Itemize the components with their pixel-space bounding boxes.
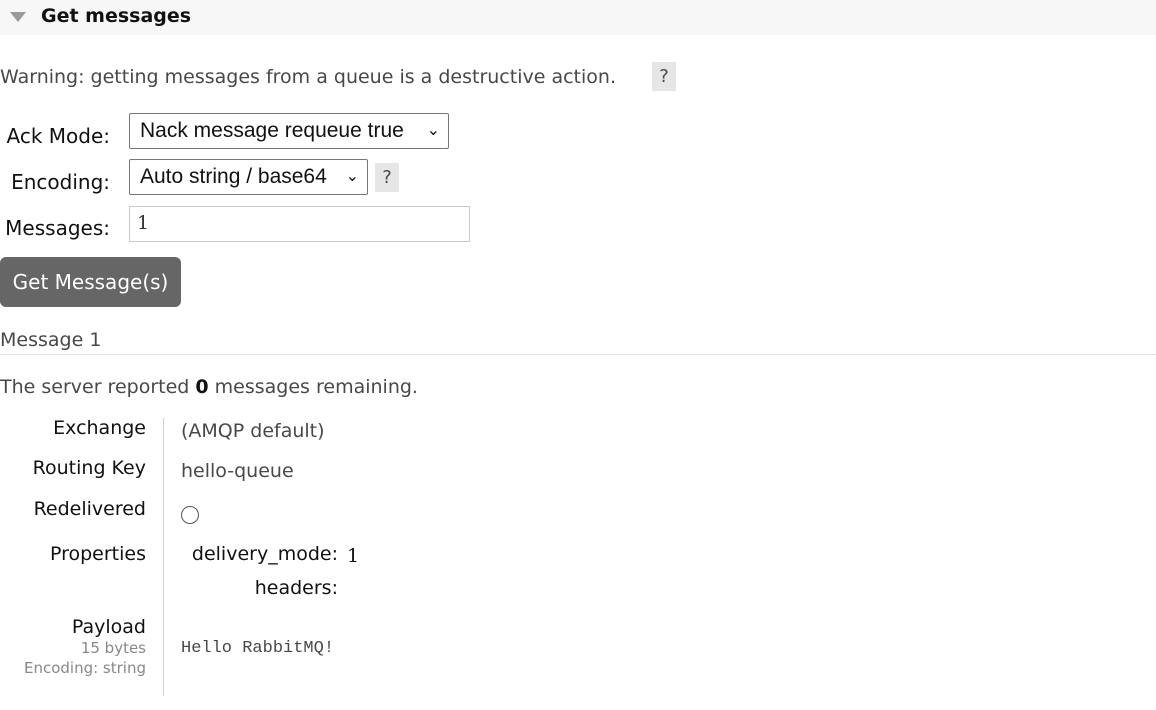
properties-label: Properties	[49, 543, 146, 565]
remaining-text: The server reported 0 messages remaining…	[0, 376, 418, 398]
exchange-value: (AMQP default)	[181, 420, 325, 442]
chevron-down-icon: ⌄	[345, 168, 359, 185]
encoding-help-button[interactable]: ?	[375, 163, 399, 192]
remaining-suffix: messages remaining.	[208, 376, 418, 398]
collapse-triangle-icon[interactable]	[10, 12, 26, 22]
payload-encoding: Encoding: string	[23, 659, 146, 677]
encoding-selected: Auto string / base64	[140, 165, 327, 188]
warning-help-button[interactable]: ?	[652, 62, 676, 91]
remaining-count: 0	[195, 376, 209, 398]
messages-label: Messages:	[5, 216, 110, 240]
delivery-mode-key: delivery_mode:	[191, 543, 338, 565]
ack-mode-selected: Nack message requeue true	[140, 119, 404, 142]
exchange-label: Exchange	[53, 417, 146, 439]
chevron-down-icon: ⌄	[426, 122, 440, 139]
headers-key: headers:	[254, 577, 338, 599]
delivery-mode-value: 1	[347, 545, 360, 567]
divider	[0, 354, 1156, 355]
encoding-label: Encoding:	[11, 170, 110, 194]
section-title: Get messages	[41, 5, 192, 27]
destructive-warning: Warning: getting messages from a queue i…	[0, 66, 616, 88]
details-divider	[163, 418, 164, 696]
payload-label: Payload	[71, 616, 146, 638]
payload-size: 15 bytes	[80, 639, 146, 657]
ack-mode-label: Ack Mode:	[6, 124, 111, 148]
remaining-prefix: The server reported	[0, 376, 196, 398]
redelivered-radio	[181, 506, 199, 524]
routing-key-value: hello-queue	[181, 460, 294, 482]
message-title: Message 1	[0, 329, 102, 351]
get-messages-button[interactable]: Get Message(s)	[0, 257, 181, 307]
payload-value: Hello RabbitMQ!	[181, 639, 335, 658]
get-messages-section-header[interactable]: Get messages	[0, 0, 1156, 35]
encoding-select[interactable]: Auto string / base64 ⌄	[129, 159, 368, 195]
redelivered-label: Redelivered	[33, 498, 146, 520]
ack-mode-select[interactable]: Nack message requeue true ⌄	[129, 113, 449, 149]
routing-key-label: Routing Key	[32, 457, 146, 479]
messages-count-input[interactable]: 1	[129, 206, 470, 242]
